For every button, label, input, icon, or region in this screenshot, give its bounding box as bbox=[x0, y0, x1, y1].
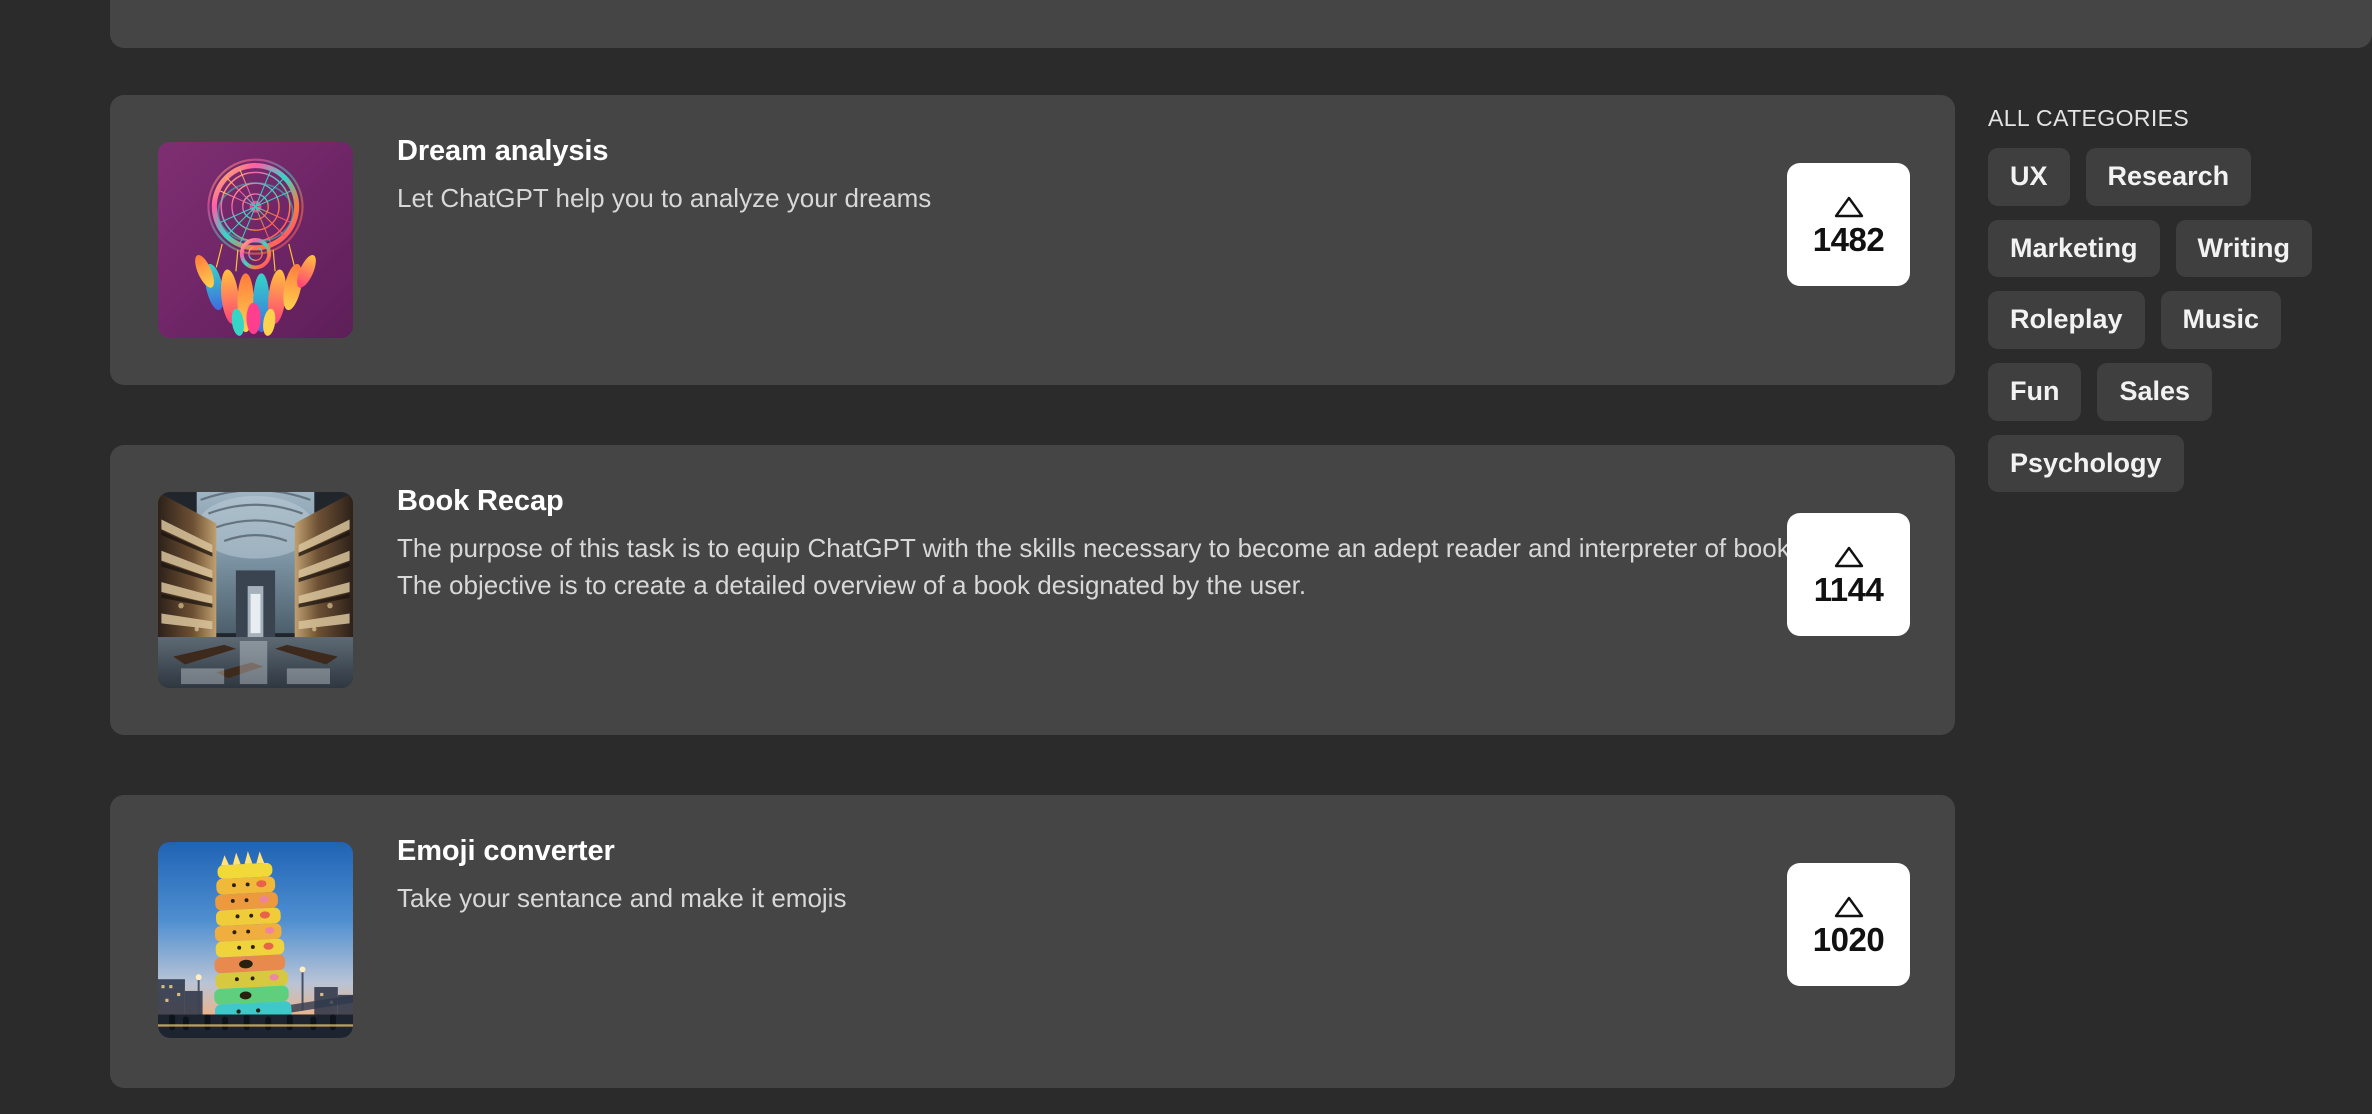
upvote-button[interactable]: 1144 bbox=[1787, 513, 1910, 636]
prompt-card-body: Emoji converter Take your sentance and m… bbox=[397, 833, 1817, 917]
categories-sidebar: ALL CATEGORIES UX Research Marketing Wri… bbox=[1988, 105, 2348, 493]
category-chip-writing[interactable]: Writing bbox=[2175, 219, 2313, 278]
prompt-card[interactable]: Book Recap The purpose of this task is t… bbox=[110, 445, 1955, 735]
vote-count: 1144 bbox=[1813, 570, 1884, 608]
prompt-title: Dream analysis bbox=[397, 135, 609, 167]
upvote-button[interactable]: 1020 bbox=[1787, 863, 1910, 986]
category-chip-list: UX Research Marketing Writing Roleplay M… bbox=[1988, 148, 2348, 493]
category-chip-sales[interactable]: Sales bbox=[2097, 363, 2213, 421]
vote-count: 1020 bbox=[1812, 920, 1885, 958]
library-interior-thumbnail bbox=[158, 492, 353, 688]
vote-count: 1482 bbox=[1812, 220, 1885, 258]
category-chip-marketing[interactable]: Marketing bbox=[1988, 219, 2160, 278]
triangle-up-icon bbox=[1834, 196, 1863, 217]
upvote-button[interactable]: 1482 bbox=[1787, 163, 1910, 286]
category-chip-music[interactable]: Music bbox=[2160, 291, 2282, 350]
prompt-card-body: Book Recap The purpose of this task is t… bbox=[397, 483, 1817, 604]
category-chip-roleplay[interactable]: Roleplay bbox=[1988, 291, 2145, 350]
prompt-title: Book Recap bbox=[397, 485, 564, 517]
categories-heading: ALL CATEGORIES bbox=[1988, 105, 2190, 131]
prompt-card-body: Dream analysis Let ChatGPT help you to a… bbox=[397, 133, 1817, 217]
prompt-card-partial-above[interactable] bbox=[110, 0, 2372, 48]
triangle-up-icon bbox=[1834, 896, 1863, 917]
prompt-directory-page: Dream analysis Let ChatGPT help you to a… bbox=[0, 0, 2372, 1114]
prompt-title: Emoji converter bbox=[397, 835, 615, 867]
emoji-tower-thumbnail bbox=[158, 842, 353, 1038]
prompt-description: Take your sentance and make it emojis bbox=[397, 883, 847, 914]
category-chip-psychology[interactable]: Psychology bbox=[1988, 434, 2184, 493]
prompt-description: The purpose of this task is to equip Cha… bbox=[397, 533, 1810, 601]
dreamcatcher-artwork-thumbnail bbox=[158, 142, 353, 338]
prompt-card[interactable]: Emoji converter Take your sentance and m… bbox=[110, 795, 1955, 1088]
category-chip-ux[interactable]: UX bbox=[1988, 148, 2070, 206]
category-chip-research[interactable]: Research bbox=[2085, 148, 2252, 206]
prompt-description: Let ChatGPT help you to analyze your dre… bbox=[397, 183, 932, 214]
category-chip-fun[interactable]: Fun bbox=[1988, 363, 2082, 421]
triangle-up-icon bbox=[1834, 546, 1863, 567]
prompt-card[interactable]: Dream analysis Let ChatGPT help you to a… bbox=[110, 95, 1955, 385]
